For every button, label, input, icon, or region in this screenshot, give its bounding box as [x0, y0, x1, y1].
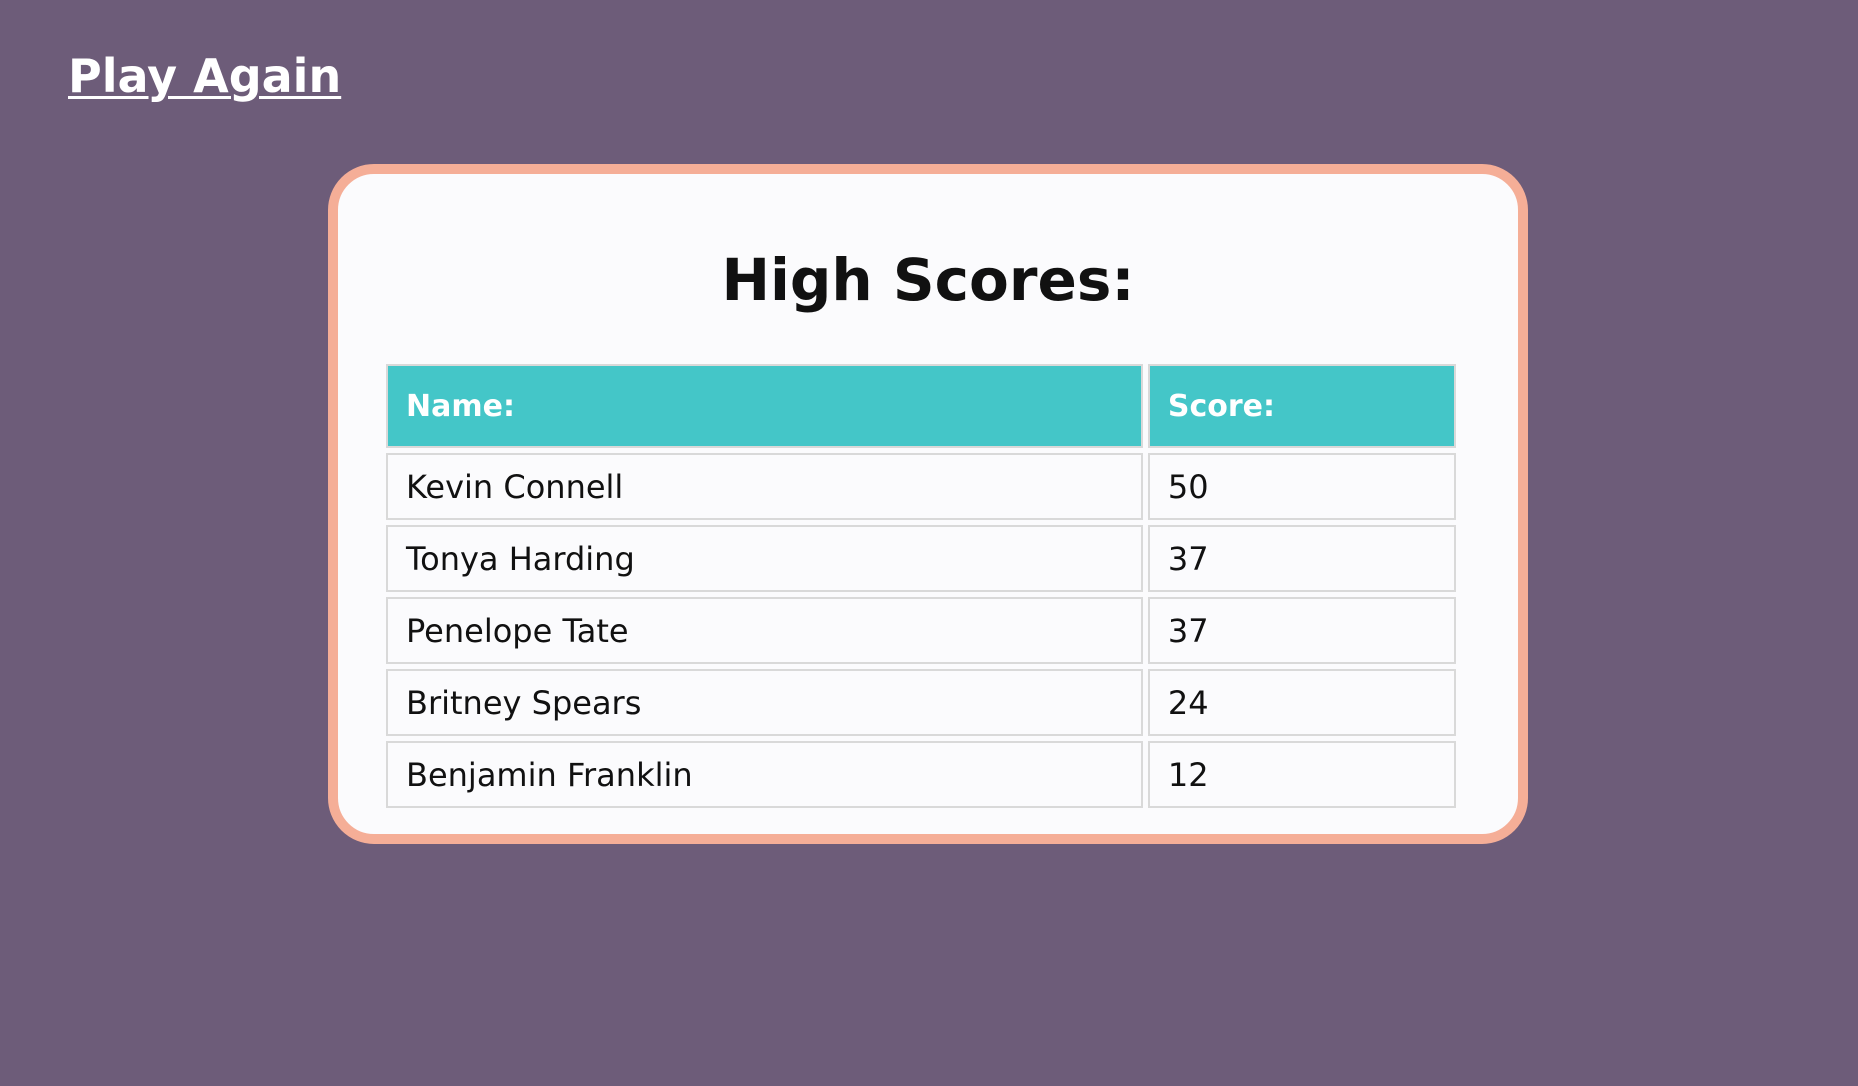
player-score-cell: 50 — [1147, 453, 1456, 520]
table-header-row: Name: Score: — [386, 364, 1456, 448]
table-row: Tonya Harding 37 — [386, 525, 1456, 592]
table-row: Kevin Connell 50 — [386, 453, 1456, 520]
player-name-cell: Tonya Harding — [386, 525, 1143, 592]
player-score-cell: 37 — [1147, 525, 1456, 592]
table-row: Britney Spears 24 — [386, 669, 1456, 736]
player-score-cell: 37 — [1147, 597, 1456, 664]
player-name-cell: Benjamin Franklin — [386, 741, 1143, 808]
table-row: Penelope Tate 37 — [386, 597, 1456, 664]
player-name-cell: Kevin Connell — [386, 453, 1143, 520]
player-score-cell: 12 — [1147, 741, 1456, 808]
player-name-cell: Penelope Tate — [386, 597, 1143, 664]
player-name-cell: Britney Spears — [386, 669, 1143, 736]
high-scores-table: Name: Score: Kevin Connell 50 Tonya Hard… — [381, 359, 1461, 813]
high-scores-card: High Scores: Name: Score: Kevin Connell … — [328, 164, 1528, 844]
score-column-header: Score: — [1147, 364, 1456, 448]
table-row: Benjamin Franklin 12 — [386, 741, 1456, 808]
name-column-header: Name: — [386, 364, 1143, 448]
player-score-cell: 24 — [1147, 669, 1456, 736]
play-again-link[interactable]: Play Again — [68, 46, 341, 106]
high-scores-title: High Scores: — [721, 246, 1135, 314]
